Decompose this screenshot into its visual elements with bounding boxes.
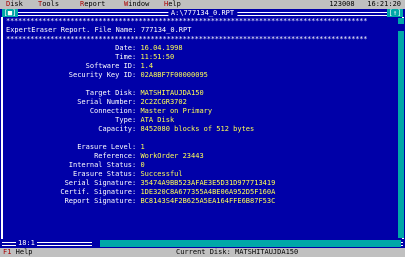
menu-tools[interactable]: Tools	[38, 0, 59, 9]
field-value: 2C2ZCGR3702	[140, 98, 187, 106]
field-label: Reference	[94, 152, 132, 160]
field-value: Master on Primary	[140, 107, 213, 115]
field-label: Serial Signature	[64, 179, 132, 187]
menu-help-label: elp	[168, 0, 181, 8]
field-label: Security Key ID	[68, 71, 132, 79]
menu-window-label: indow	[128, 0, 150, 8]
menu-report-label: eport	[84, 0, 106, 8]
field-row-type: Type: ATA Disk	[6, 116, 399, 125]
field-value: 11:51:50	[140, 53, 175, 61]
field-label: Erasure Level	[77, 143, 132, 151]
field-value: ATA Disk	[140, 116, 175, 124]
maximize-window-button[interactable]: [↑]	[387, 9, 403, 17]
field-row-erasure-status: Erasure Status: Successful	[6, 170, 399, 179]
field-value: 02A8BF7F00000095	[140, 71, 208, 79]
field-row-certif-signature: Certif. Signature: 1DE320C8A677355A4BE06…	[6, 188, 399, 197]
horizontal-scrollbar[interactable]	[92, 240, 401, 247]
menu-help[interactable]: Help	[164, 0, 181, 9]
field-label: Capacity	[98, 125, 132, 133]
menu-bar: Disk Tools Report Window Help 123008 16:…	[0, 0, 405, 9]
field-label: Erasure Status	[72, 170, 132, 178]
field-label: Serial Number	[77, 98, 132, 106]
field-row-target-disk: Target Disk: MATSHITAUJDA150	[6, 89, 399, 98]
help-key: F1	[3, 248, 12, 256]
field-row-reference: Reference: WorkOrder 23443	[6, 152, 399, 161]
field-row-report-signature: Report Signature: BC8143S4F2B625A5EA164F…	[6, 197, 399, 206]
field-label: Internal Status	[68, 161, 132, 169]
close-window-button[interactable]: [■]	[2, 9, 18, 17]
window-title: A:\777134_0.RPT	[167, 9, 238, 17]
field-value: MATSHITAUJDA150	[140, 89, 204, 97]
report-window: [■] A:\777134_0.RPT [↑] ****************…	[0, 9, 405, 248]
field-value: 0	[140, 161, 145, 169]
field-label: Software ID	[85, 62, 132, 70]
field-row-internal-status: Internal Status: 0	[6, 161, 399, 170]
field-value: Successful	[140, 170, 183, 178]
blank-row	[6, 134, 399, 143]
report-content: ****************************************…	[6, 17, 399, 238]
field-row-connection: Connection: Master on Primary	[6, 107, 399, 116]
field-row-serial-number: Serial Number: 2C2ZCGR3702	[6, 98, 399, 107]
field-value: 1DE320C8A677355A4BE06A952D5F160A	[140, 188, 276, 196]
window-bottom-frame: 18:1	[0, 239, 405, 248]
menu-disk[interactable]: Disk	[6, 0, 23, 9]
help-shortcut[interactable]: F1 Help	[3, 248, 33, 257]
field-label: Connection	[89, 107, 132, 115]
blank-row	[6, 80, 399, 89]
field-row-security-key: Security Key ID: 02A8BF7F00000095	[6, 71, 399, 80]
field-row-serial-signature: Serial Signature: 35474A9BB523AFAE3E5D31…	[6, 179, 399, 188]
window-left-border	[1, 17, 3, 239]
menu-report[interactable]: Report	[80, 0, 105, 9]
field-value: WorkOrder 23443	[140, 152, 204, 160]
menu-tools-label: ools	[42, 0, 60, 8]
menu-window[interactable]: Window	[124, 0, 149, 9]
horizontal-scroll-thumb[interactable]	[92, 240, 100, 247]
field-value: BC8143S4F2B625A5EA164FFE6B87F53C	[140, 197, 276, 205]
field-label: Certif. Signature	[60, 188, 132, 196]
status-bar: F1 Help Current Disk: MATSHITAUJDA150	[0, 248, 405, 257]
current-disk: Current Disk: MATSHITAUJDA150	[176, 248, 299, 256]
field-value: 1	[140, 143, 145, 151]
field-label: Type	[115, 116, 132, 124]
cursor-position: 18:1	[16, 239, 37, 248]
field-row-date: Date: 16.04.1998	[6, 44, 399, 53]
counter: 123008	[329, 0, 355, 8]
field-row-capacity: Capacity: 8452080 blocks of 512 bytes	[6, 125, 399, 134]
window-top-frame: [■] A:\777134_0.RPT [↑]	[0, 9, 405, 17]
field-label: Target Disk	[85, 89, 132, 97]
clock: 16:21:20	[367, 0, 401, 8]
field-value: 1.4	[140, 62, 154, 70]
field-value: 35474A9BB523AFAE3E5D31D977713419	[140, 179, 276, 187]
field-row-erasure-level: Erasure Level: 1	[6, 143, 399, 152]
report-header: ExpertEraser Report. File Name: 777134_0…	[6, 26, 192, 34]
field-value: 8452080 blocks of 512 bytes	[140, 125, 255, 133]
field-value: 16.04.1998	[140, 44, 183, 52]
help-label: Help	[15, 248, 33, 256]
menu-disk-label: isk	[10, 0, 23, 8]
field-row-software-id: Software ID: 1.4	[6, 62, 399, 71]
field-row-time: Time: 11:51:50	[6, 53, 399, 62]
star-divider: ****************************************…	[6, 17, 368, 25]
star-divider: ****************************************…	[6, 35, 368, 43]
field-label: Date	[115, 44, 132, 52]
menu-clock-area: 123008 16:21:20	[329, 0, 401, 9]
field-label: Time	[115, 53, 132, 61]
field-label: Report Signature	[64, 197, 132, 205]
